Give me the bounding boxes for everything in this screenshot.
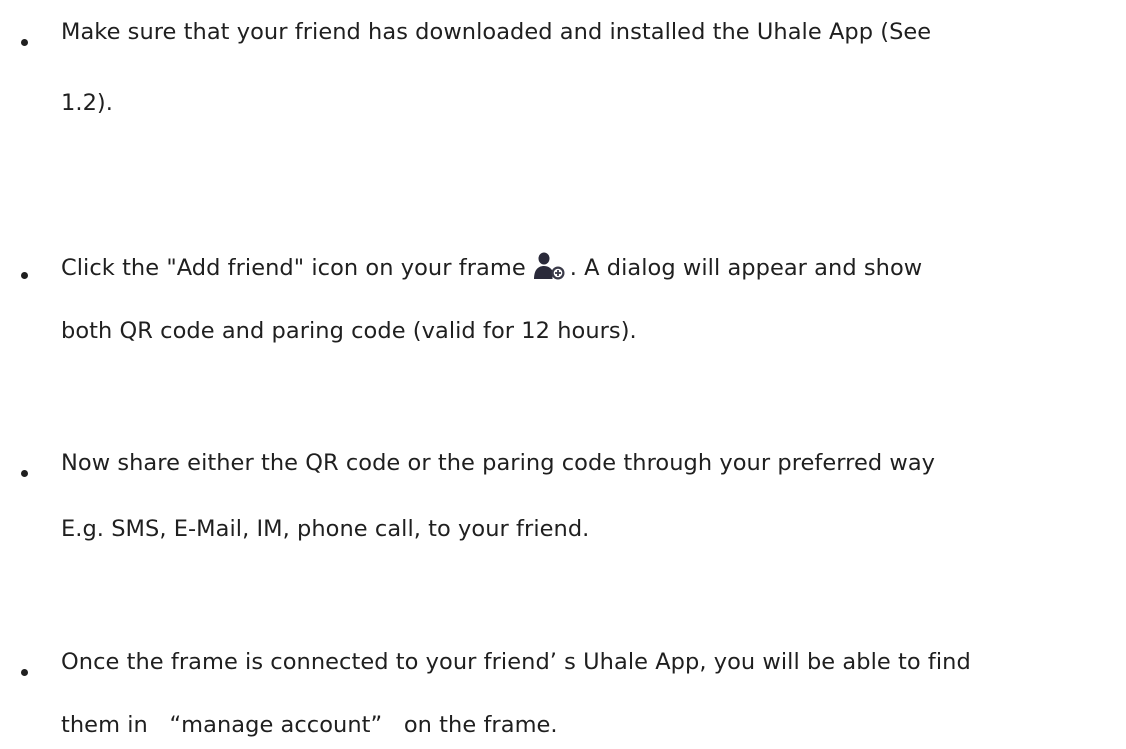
list-item-line: them in “manage account” on the frame. bbox=[61, 712, 558, 738]
list-item-line: E.g. SMS, E-Mail, IM, phone call, to you… bbox=[61, 516, 590, 542]
list-item-text: Click the "Add friend" icon on your fram… bbox=[61, 255, 526, 281]
bullet-dot bbox=[21, 669, 28, 676]
bullet-dot bbox=[21, 39, 28, 46]
list-item-text: . A dialog will appear and show bbox=[569, 255, 923, 281]
bullet-dot bbox=[21, 272, 28, 279]
bullet-dot bbox=[21, 470, 28, 477]
list-item-line: 1.2). bbox=[61, 90, 113, 116]
list-item-line: both QR code and paring code (valid for … bbox=[61, 318, 637, 344]
list-item-line: Make sure that your friend has downloade… bbox=[61, 19, 932, 45]
list-item-line: Click the "Add friend" icon on your fram… bbox=[61, 251, 922, 282]
document-page: Make sure that your friend has downloade… bbox=[0, 0, 1126, 749]
list-item-line: Once the frame is connected to your frie… bbox=[61, 649, 971, 675]
list-item-line: Now share either the QR code or the pari… bbox=[61, 450, 936, 476]
add-friend-icon bbox=[533, 252, 565, 280]
